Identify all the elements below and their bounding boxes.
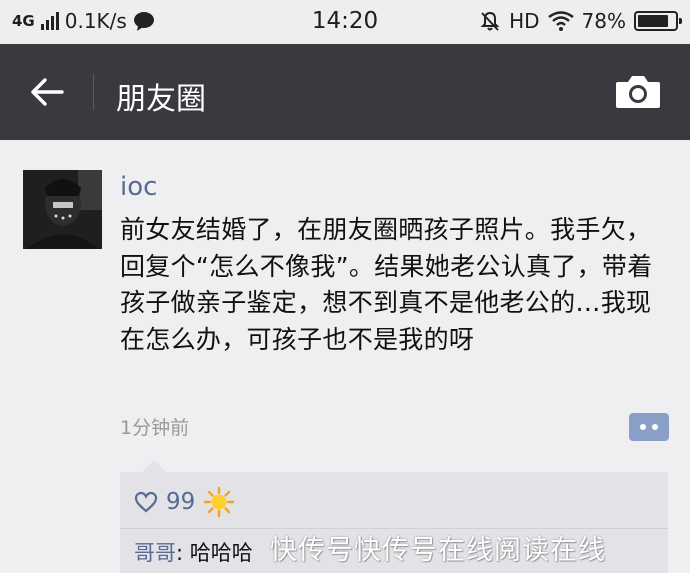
- page-title: 朋友圈: [116, 82, 206, 117]
- comment-author[interactable]: 哥哥: [134, 541, 176, 565]
- avatar-photo: [23, 170, 102, 249]
- comment-item[interactable]: 哥哥: 哈哈哈: [134, 537, 253, 567]
- nav-divider: [93, 74, 94, 110]
- back-button[interactable]: [22, 72, 72, 112]
- post-timestamp: 1分钟前: [120, 417, 190, 439]
- battery-percent: 78%: [581, 9, 626, 33]
- post-text: 前女友结婚了，在朋友圈晒孩子照片。我手欠，回复个“怎么不像我”。结果她老公认真了…: [120, 215, 653, 354]
- heart-icon: [134, 491, 158, 513]
- moments-feed: ioc 前女友结婚了，在朋友圈晒孩子照片。我手欠，回复个“怎么不像我”。结果她老…: [0, 140, 690, 573]
- status-bar: 4G 0.1K/s 14:20 HD 78%: [0, 0, 690, 44]
- like-row[interactable]: 99: [134, 482, 235, 522]
- nav-bar: 朋友圈: [0, 44, 690, 140]
- battery-icon: [634, 11, 682, 31]
- camera-icon: [616, 76, 660, 108]
- comment-colon: :: [176, 541, 190, 565]
- post-username[interactable]: ioc: [120, 172, 157, 202]
- like-count: 99: [166, 489, 196, 515]
- comment-text: 哈哈哈: [189, 541, 253, 565]
- status-right: HD 78%: [479, 9, 682, 33]
- arrow-left-icon: [31, 78, 64, 106]
- hd-indicator: HD: [509, 9, 540, 33]
- watermark: 快传号快传号在线阅读在线: [270, 535, 606, 566]
- comment-button[interactable]: [629, 413, 669, 441]
- sun-emoji-icon: [204, 486, 235, 518]
- mute-bell-icon: [480, 11, 500, 31]
- camera-button[interactable]: [614, 74, 662, 110]
- avatar[interactable]: [23, 170, 102, 249]
- wifi-icon: [547, 11, 574, 31]
